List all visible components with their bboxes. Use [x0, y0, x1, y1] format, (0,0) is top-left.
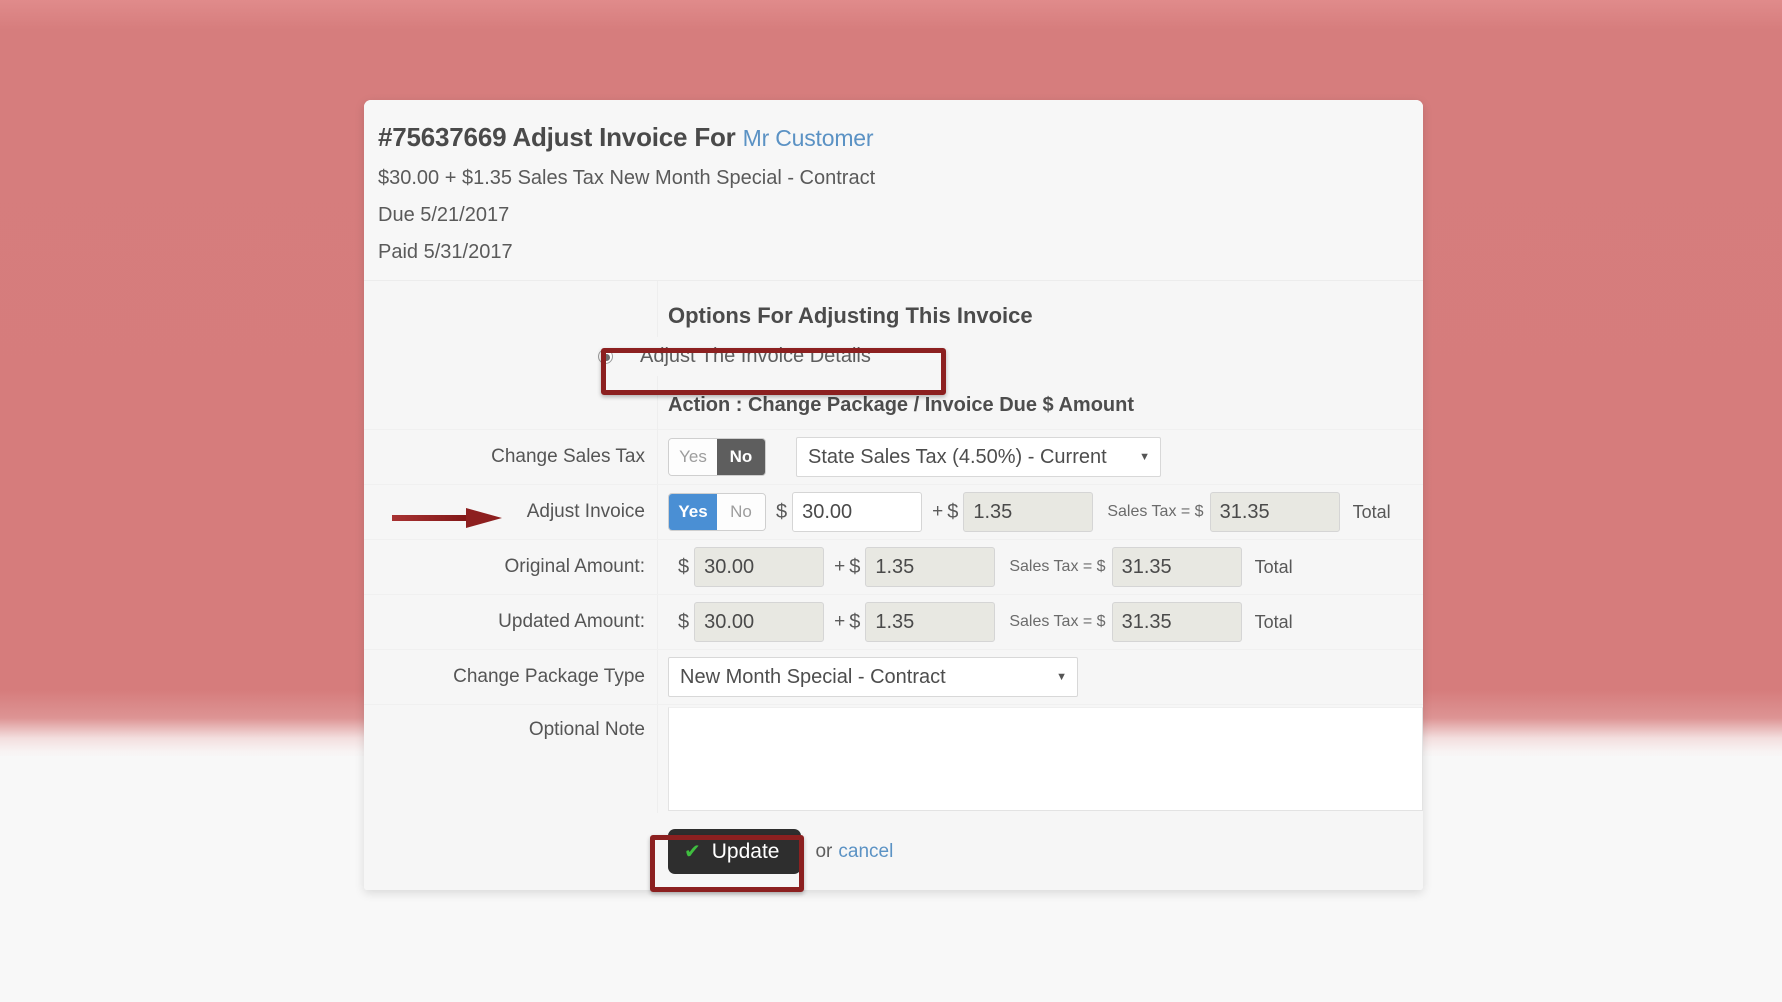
select-wrap-sales-tax: State Sales Tax (4.50%) - Current ▼	[766, 437, 1161, 477]
options-radio-row: Adjust The Invoice Details	[364, 335, 1423, 382]
input-original-total	[1111, 547, 1242, 587]
toggle-change-sales-tax-no[interactable]: No	[717, 439, 765, 475]
field-change-package-type: New Month Special - Contract ▼	[657, 657, 1423, 697]
cancel-link[interactable]: cancel	[838, 841, 893, 863]
screenshot-root: #75637669 Adjust Invoice For Mr Customer…	[0, 0, 1782, 1002]
invoice-due-date: Due 5/21/2017	[378, 204, 510, 226]
row-original-amount: Original Amount: $ + $ Sales Tax = $ Tot…	[364, 540, 1423, 595]
check-icon: ✔	[684, 841, 701, 863]
invoice-title-text: #75637669 Adjust Invoice For	[378, 122, 736, 152]
input-adjust-invoice-amount[interactable]	[792, 492, 923, 532]
plus-sign-original: +	[834, 556, 846, 577]
dollar-sign-tax: $	[947, 500, 959, 523]
card-footer: ✔ Update or cancel	[364, 813, 1423, 890]
action-description: Action : Change Package / Invoice Due $ …	[364, 382, 1423, 430]
dollar-sign-updated-amount: $	[678, 610, 690, 633]
row-optional-note: Optional Note	[364, 705, 1423, 813]
or-text: or	[815, 840, 833, 862]
select-wrap-package-type: New Month Special - Contract ▼	[668, 657, 1078, 697]
field-change-sales-tax: Yes No State Sales Tax (4.50%) - Current…	[657, 437, 1423, 477]
page-title: #75637669 Adjust Invoice For Mr Customer	[378, 122, 1423, 153]
select-sales-tax-rate[interactable]: State Sales Tax (4.50%) - Current	[796, 437, 1161, 477]
update-button[interactable]: ✔ Update	[668, 829, 802, 874]
card-header: #75637669 Adjust Invoice For Mr Customer…	[364, 100, 1423, 280]
input-original-tax	[865, 547, 996, 587]
field-adjust-invoice: Yes No $ + $ Sales Tax = $ Total	[657, 492, 1423, 532]
field-updated-amount: $ + $ Sales Tax = $ Total	[657, 602, 1423, 642]
toggle-adjust-invoice-yes[interactable]: Yes	[669, 494, 717, 530]
plus-sign: +	[932, 501, 944, 522]
dollar-sign-updated-tax: $	[849, 610, 861, 633]
row-change-sales-tax: Change Sales Tax Yes No State Sales Tax …	[364, 430, 1423, 485]
textarea-optional-note[interactable]	[668, 707, 1423, 811]
label-updated-amount: Updated Amount:	[498, 611, 645, 632]
label-original-sales-tax-equals: Sales Tax = $	[1009, 558, 1106, 575]
label-optional-note: Optional Note	[528, 719, 645, 740]
dollar-sign-original-tax: $	[849, 555, 861, 578]
label-change-sales-tax: Change Sales Tax	[491, 446, 645, 467]
select-package-type[interactable]: New Month Special - Contract	[668, 657, 1078, 697]
toggle-adjust-invoice[interactable]: Yes No	[668, 493, 766, 531]
row-change-package-type: Change Package Type New Month Special - …	[364, 650, 1423, 705]
toggle-change-sales-tax-yes[interactable]: Yes	[669, 439, 717, 475]
invoice-paid-date: Paid 5/31/2017	[378, 241, 513, 263]
label-change-package-type: Change Package Type	[453, 666, 645, 687]
input-adjust-invoice-total	[1209, 492, 1340, 532]
input-updated-amount	[694, 602, 825, 642]
toggle-change-sales-tax[interactable]: Yes No	[668, 438, 766, 476]
input-adjust-invoice-tax[interactable]	[963, 492, 1094, 532]
input-updated-total	[1111, 602, 1242, 642]
row-updated-amount: Updated Amount: $ + $ Sales Tax = $ Tota…	[364, 595, 1423, 650]
dollar-sign-original-amount: $	[678, 555, 690, 578]
adjust-invoice-card: #75637669 Adjust Invoice For Mr Customer…	[364, 100, 1423, 890]
label-updated-total: Total	[1254, 611, 1293, 632]
plus-sign-updated: +	[834, 611, 846, 632]
row-adjust-invoice: Adjust Invoice Yes No $ + $ Sales Tax = …	[364, 485, 1423, 540]
label-sales-tax-equals: Sales Tax = $	[1107, 503, 1204, 520]
dollar-sign-amount: $	[776, 500, 788, 523]
field-optional-note	[657, 705, 1423, 813]
radio-selected-icon[interactable]	[598, 349, 613, 364]
customer-link[interactable]: Mr Customer	[743, 125, 874, 151]
options-section-title: Options For Adjusting This Invoice	[668, 303, 1033, 328]
label-original-amount: Original Amount:	[504, 556, 645, 577]
update-button-label: Update	[711, 839, 780, 863]
label-original-total: Total	[1254, 556, 1293, 577]
label-adjust-invoice: Adjust Invoice	[526, 501, 645, 522]
card-body: Options For Adjusting This Invoice Adjus…	[364, 280, 1423, 813]
label-total: Total	[1352, 501, 1391, 522]
label-updated-sales-tax-equals: Sales Tax = $	[1009, 613, 1106, 630]
radio-adjust-invoice-details-label: Adjust The Invoice Details	[640, 345, 871, 367]
toggle-adjust-invoice-no[interactable]: No	[717, 494, 765, 530]
radio-adjust-invoice-details[interactable]: Adjust The Invoice Details	[582, 337, 887, 376]
input-updated-tax	[865, 602, 996, 642]
field-original-amount: $ + $ Sales Tax = $ Total	[657, 547, 1423, 587]
invoice-summary: $30.00 + $1.35 Sales Tax New Month Speci…	[378, 167, 876, 189]
input-original-amount	[694, 547, 825, 587]
